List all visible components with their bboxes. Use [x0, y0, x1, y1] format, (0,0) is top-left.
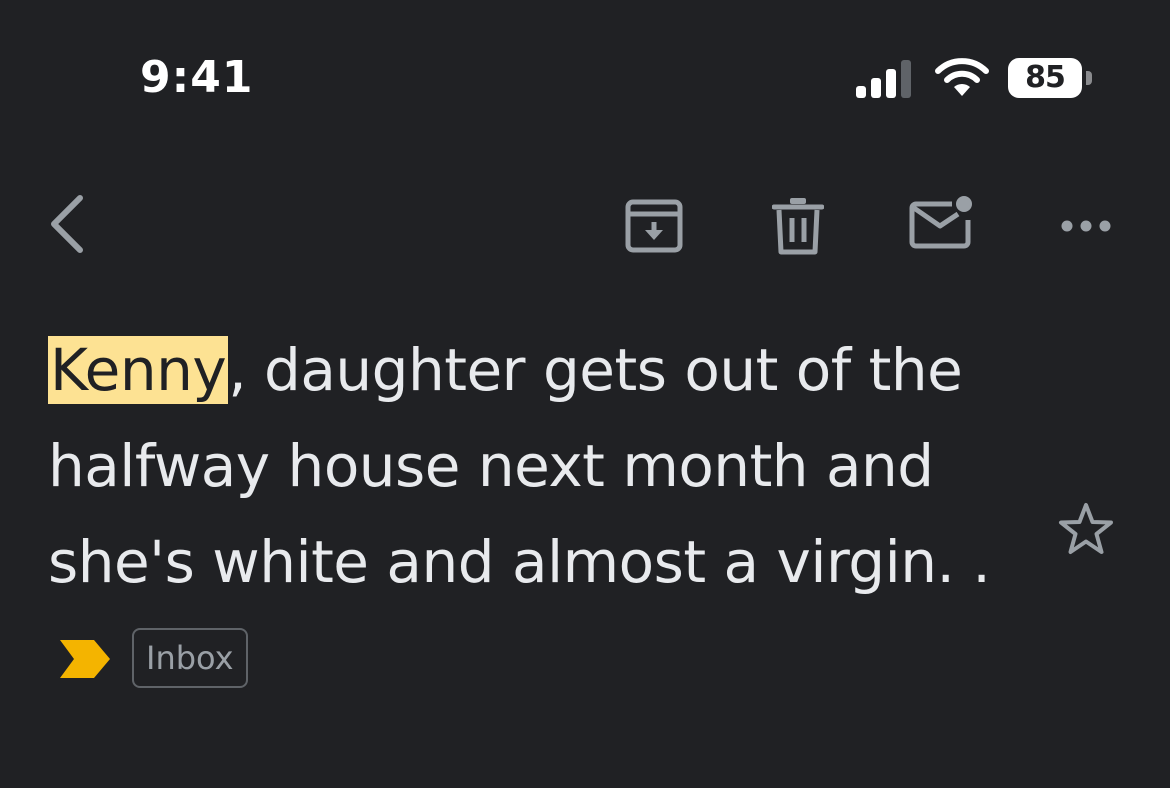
chevron-left-icon: [51, 195, 83, 253]
archive-button[interactable]: [624, 196, 684, 256]
status-bar: 9:41 85: [0, 0, 1170, 120]
battery-tip: [1086, 71, 1092, 85]
cellular-signal-icon: [856, 60, 911, 98]
important-marker-icon[interactable]: [58, 638, 112, 680]
back-button[interactable]: [44, 192, 88, 256]
inbox-label[interactable]: Inbox: [132, 628, 248, 688]
battery-level: 85: [1025, 60, 1066, 95]
wifi-icon: [935, 58, 989, 96]
mark-unread-button[interactable]: [908, 194, 978, 254]
delete-button[interactable]: [772, 196, 824, 256]
status-time: 9:41: [140, 52, 254, 103]
email-subject: Kenny, daughter gets out of the halfway …: [48, 322, 1048, 610]
search-highlight: Kenny: [48, 336, 229, 404]
mail-unread-icon: [909, 196, 972, 249]
archive-icon: [625, 199, 683, 253]
trash-icon: [772, 198, 824, 255]
email-labels: Inbox: [58, 628, 458, 688]
more-horizontal-icon: [1061, 220, 1111, 232]
star-icon[interactable]: [1056, 500, 1116, 560]
battery-icon: 85: [1008, 58, 1094, 100]
email-toolbar: [0, 180, 1170, 280]
more-options-button[interactable]: [1060, 216, 1112, 236]
